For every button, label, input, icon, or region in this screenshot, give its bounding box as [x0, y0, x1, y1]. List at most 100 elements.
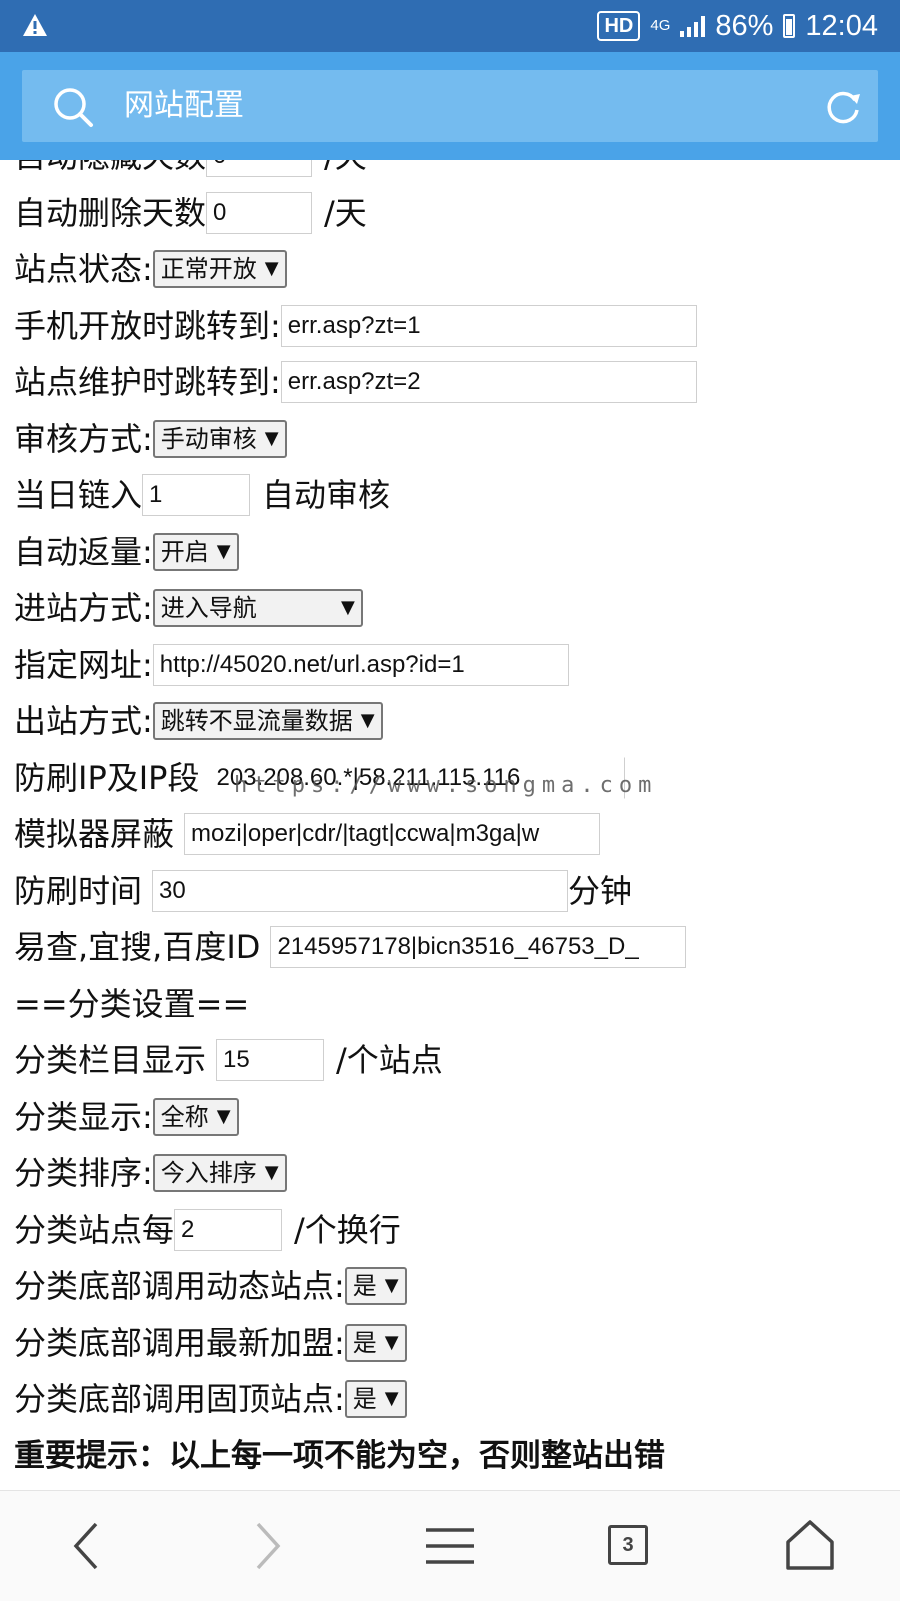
- bottom-pinned-selected: 是: [352, 1385, 377, 1414]
- form-row-search-ids: 易查,宜搜,百度ID 2145957178|bicn3516_46753_D_: [14, 919, 894, 976]
- bottom-newest-select[interactable]: 是 ▼: [344, 1323, 407, 1362]
- form-row-category-sort: 分类排序: 今入排序 ▼: [14, 1145, 894, 1202]
- battery-icon: [783, 14, 796, 38]
- important-notice: 重要提示：以上每一项不能为空，否则整站出错: [14, 1428, 894, 1485]
- form-row-mobile-redirect: 手机开放时跳转到: err.asp?zt=1: [14, 298, 894, 355]
- form-row-category-display-count: 分类栏目显示 15 /个站点: [14, 1032, 894, 1089]
- form-row-anti-time: 防刷时间 30 分钟: [14, 863, 894, 920]
- emulator-block-label: 模拟器屏蔽: [14, 815, 175, 854]
- category-heading-text: ==分类设置==: [14, 984, 250, 1023]
- dropdown-arrow-icon: ▼: [360, 710, 375, 732]
- category-per-row-label: 分类站点每: [14, 1210, 175, 1249]
- entry-mode-select[interactable]: 进入导航 ▼: [152, 589, 363, 628]
- delete-days-unit: /天: [324, 193, 367, 232]
- form-row-bottom-dynamic: 分类底部调用动态站点: 是 ▼: [14, 1258, 894, 1315]
- tabs-icon[interactable]: 3: [608, 1525, 648, 1565]
- url-bar[interactable]: 网站配置: [22, 70, 878, 142]
- daily-in-suffix: 自动审核: [262, 476, 391, 515]
- exit-mode-selected: 跳转不显流量数据: [160, 707, 353, 736]
- bottom-pinned-label: 分类底部调用固顶站点:: [14, 1380, 345, 1419]
- form-row-maintenance-redirect: 站点维护时跳转到: err.asp?zt=2: [14, 354, 894, 411]
- category-sort-select[interactable]: 今入排序 ▼: [152, 1154, 287, 1193]
- anti-time-unit: 分钟: [568, 871, 633, 910]
- category-display-count-label: 分类栏目显示: [14, 1041, 207, 1080]
- search-ids-label: 易查,宜搜,百度ID: [14, 928, 261, 967]
- hide-days-input[interactable]: 0: [206, 160, 313, 178]
- form-row-exit-mode: 出站方式: 跳转不显流量数据 ▼: [14, 693, 894, 750]
- form-row-review-mode: 审核方式: 手动审核 ▼: [14, 411, 894, 468]
- review-mode-select[interactable]: 手动审核 ▼: [152, 419, 287, 458]
- daily-in-input[interactable]: 1: [142, 474, 251, 517]
- bottom-dynamic-selected: 是: [352, 1272, 377, 1301]
- category-per-row-input[interactable]: 2: [174, 1208, 283, 1251]
- maintenance-redirect-input[interactable]: err.asp?zt=2: [280, 361, 697, 404]
- dropdown-arrow-icon: ▼: [216, 1105, 231, 1127]
- forward-icon[interactable]: [236, 1516, 296, 1576]
- form-row-delete-days: 自动删除天数 0 /天: [14, 185, 894, 242]
- browser-header: 网站配置: [0, 52, 900, 160]
- search-icon[interactable]: [52, 86, 94, 128]
- watermark: https://www.songma.com: [234, 773, 658, 798]
- url-text[interactable]: 网站配置: [124, 70, 244, 142]
- menu-icon[interactable]: [420, 1516, 480, 1576]
- category-display-count-input[interactable]: 15: [216, 1039, 325, 1082]
- bottom-navigation: 3: [0, 1490, 900, 1601]
- form-row-entry-mode: 进站方式: 进入导航 ▼: [14, 580, 894, 637]
- emulator-block-input[interactable]: mozi|oper|cdr/|tagt|ccwa|m3ga|w: [184, 813, 601, 856]
- mobile-redirect-label: 手机开放时跳转到:: [14, 306, 281, 345]
- network-type: 4G: [650, 17, 671, 34]
- back-icon[interactable]: [58, 1516, 118, 1576]
- category-display-label: 分类显示:: [14, 1097, 153, 1136]
- signal-icon: [680, 15, 706, 37]
- dropdown-arrow-icon: ▼: [384, 1331, 399, 1353]
- daily-in-label: 当日链入: [14, 476, 143, 515]
- category-sort-selected: 今入排序: [160, 1159, 257, 1188]
- bottom-newest-selected: 是: [352, 1328, 377, 1357]
- anti-time-input[interactable]: 30: [152, 869, 569, 912]
- dropdown-arrow-icon: ▼: [264, 1162, 279, 1184]
- bottom-pinned-select[interactable]: 是 ▼: [344, 1380, 407, 1419]
- mobile-redirect-input[interactable]: err.asp?zt=1: [280, 304, 697, 347]
- bottom-newest-label: 分类底部调用最新加盟:: [14, 1323, 345, 1362]
- form-row-target-url: 指定网址: http://45020.net/url.asp?id=1: [14, 637, 894, 694]
- dropdown-arrow-icon: ▼: [340, 597, 355, 619]
- dropdown-arrow-icon: ▼: [216, 540, 231, 562]
- bottom-dynamic-select[interactable]: 是 ▼: [344, 1267, 407, 1306]
- auto-return-select[interactable]: 开启 ▼: [152, 532, 239, 571]
- exit-mode-select[interactable]: 跳转不显流量数据 ▼: [152, 702, 383, 741]
- bottom-dynamic-label: 分类底部调用动态站点:: [14, 1267, 345, 1306]
- review-mode-label: 审核方式:: [14, 419, 153, 458]
- clock: 12:04: [805, 9, 878, 42]
- delete-days-input[interactable]: 0: [206, 191, 313, 234]
- target-url-input[interactable]: http://45020.net/url.asp?id=1: [152, 643, 569, 686]
- entry-mode-label: 进站方式:: [14, 589, 153, 628]
- dropdown-arrow-icon: ▼: [264, 258, 279, 280]
- entry-mode-selected: 进入导航: [160, 594, 257, 623]
- site-status-select[interactable]: 正常开放 ▼: [152, 250, 287, 289]
- dropdown-arrow-icon: ▼: [264, 427, 279, 449]
- form-row-hide-days: 自动隐藏天数 0 /天: [14, 160, 894, 185]
- refresh-icon[interactable]: [824, 88, 862, 126]
- category-per-row-unit: /个换行: [294, 1210, 401, 1249]
- delete-days-label: 自动删除天数: [14, 193, 207, 232]
- review-mode-selected: 手动审核: [160, 424, 257, 453]
- anti-time-label: 防刷时间: [14, 871, 143, 910]
- page-content: 自动隐藏天数 0 /天 自动删除天数 0 /天 站点状态: 正常开放 ▼ 手机开…: [0, 160, 900, 1490]
- category-display-selected: 全称: [160, 1102, 209, 1131]
- status-bar: HD 4G 86% 12:04: [0, 0, 900, 52]
- auto-return-label: 自动返量:: [14, 532, 153, 571]
- anti-ip-label: 防刷IP及IP段: [14, 758, 200, 797]
- site-status-selected: 正常开放: [160, 255, 257, 284]
- search-ids-input[interactable]: 2145957178|bicn3516_46753_D_: [270, 926, 687, 969]
- warning-triangle-icon: [23, 14, 47, 36]
- category-display-select[interactable]: 全称 ▼: [152, 1097, 239, 1136]
- form-row-site-status: 站点状态: 正常开放 ▼: [14, 241, 894, 298]
- form-row-daily-in: 当日链入 1 自动审核: [14, 467, 894, 524]
- site-status-label: 站点状态:: [14, 250, 153, 289]
- dropdown-arrow-icon: ▼: [384, 1275, 399, 1297]
- exit-mode-label: 出站方式:: [14, 702, 153, 741]
- form-row-category-per-row: 分类站点每 2 /个换行: [14, 1202, 894, 1259]
- hide-days-unit: /天: [324, 160, 367, 184]
- maintenance-redirect-label: 站点维护时跳转到:: [14, 363, 281, 402]
- home-icon[interactable]: [780, 1516, 840, 1576]
